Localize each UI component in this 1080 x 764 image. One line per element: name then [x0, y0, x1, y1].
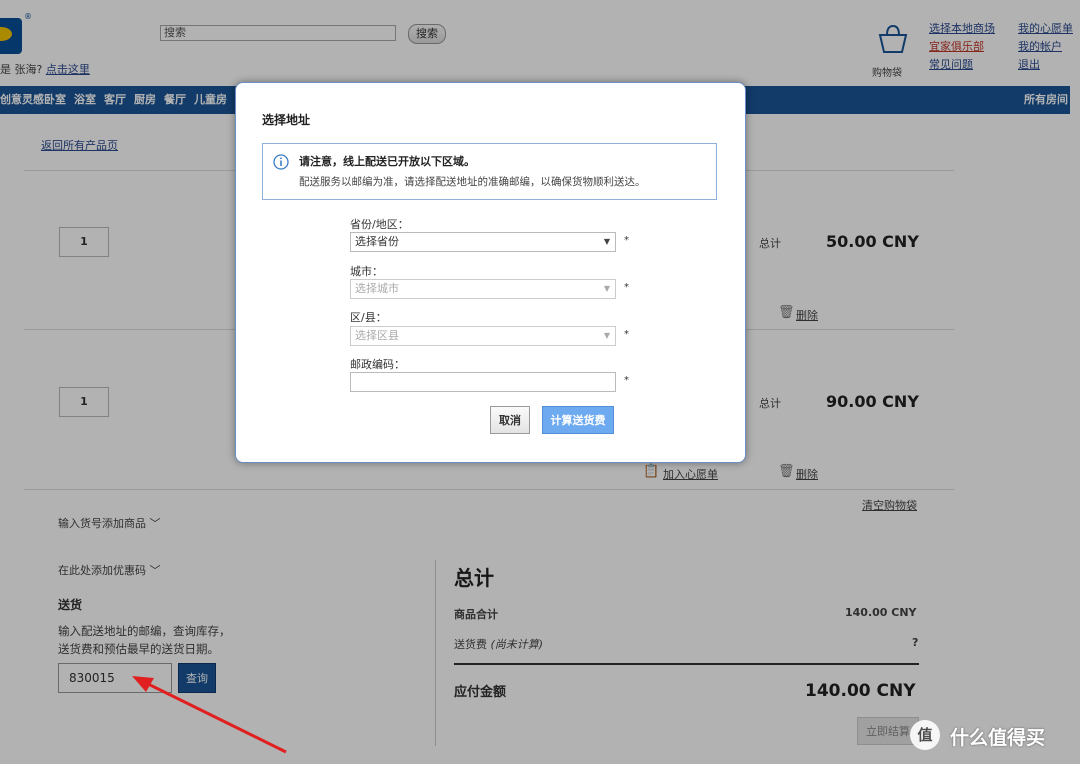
watermark-text: 什么值得买	[950, 727, 1046, 749]
info-icon	[273, 154, 289, 170]
required-mark: *	[624, 375, 629, 386]
address-modal: 选择地址 请注意，线上配送已开放以下区域。 配送服务以邮编为准，请选择配送地址的…	[235, 82, 746, 463]
province-select[interactable]: 选择省份 ▼	[350, 232, 616, 252]
district-select[interactable]: 选择区县 ▼	[350, 326, 616, 346]
city-label: 城市：	[350, 265, 383, 278]
required-mark: *	[624, 282, 629, 293]
dropdown-arrow-icon: ▼	[603, 237, 610, 246]
calculate-shipping-button[interactable]: 计算送货费	[542, 406, 614, 434]
dropdown-arrow-icon: ▼	[603, 331, 610, 340]
district-value: 选择区县	[355, 329, 399, 342]
modal-title: 选择地址	[262, 113, 311, 127]
cancel-button[interactable]: 取消	[490, 406, 530, 434]
required-mark: *	[624, 235, 629, 246]
province-label: 省份/地区：	[350, 218, 409, 231]
province-value: 选择省份	[355, 235, 399, 248]
postcode-label: 邮政编码：	[350, 358, 405, 371]
district-label: 区/县：	[350, 311, 387, 324]
dropdown-arrow-icon: ▼	[603, 284, 610, 293]
notice-body: 配送服务以邮编为准，请选择配送地址的准确邮编，以确保货物顺利送达。	[299, 176, 646, 188]
postcode-field[interactable]	[350, 372, 616, 392]
required-mark: *	[624, 329, 629, 340]
city-select[interactable]: 选择城市 ▼	[350, 279, 616, 299]
city-value: 选择城市	[355, 282, 399, 295]
watermark-badge: 值	[910, 720, 940, 750]
annotation-arrow-icon	[132, 676, 287, 754]
notice-title: 请注意，线上配送已开放以下区域。	[299, 155, 475, 168]
notice-box: 请注意，线上配送已开放以下区域。 配送服务以邮编为准，请选择配送地址的准确邮编，…	[262, 143, 717, 200]
